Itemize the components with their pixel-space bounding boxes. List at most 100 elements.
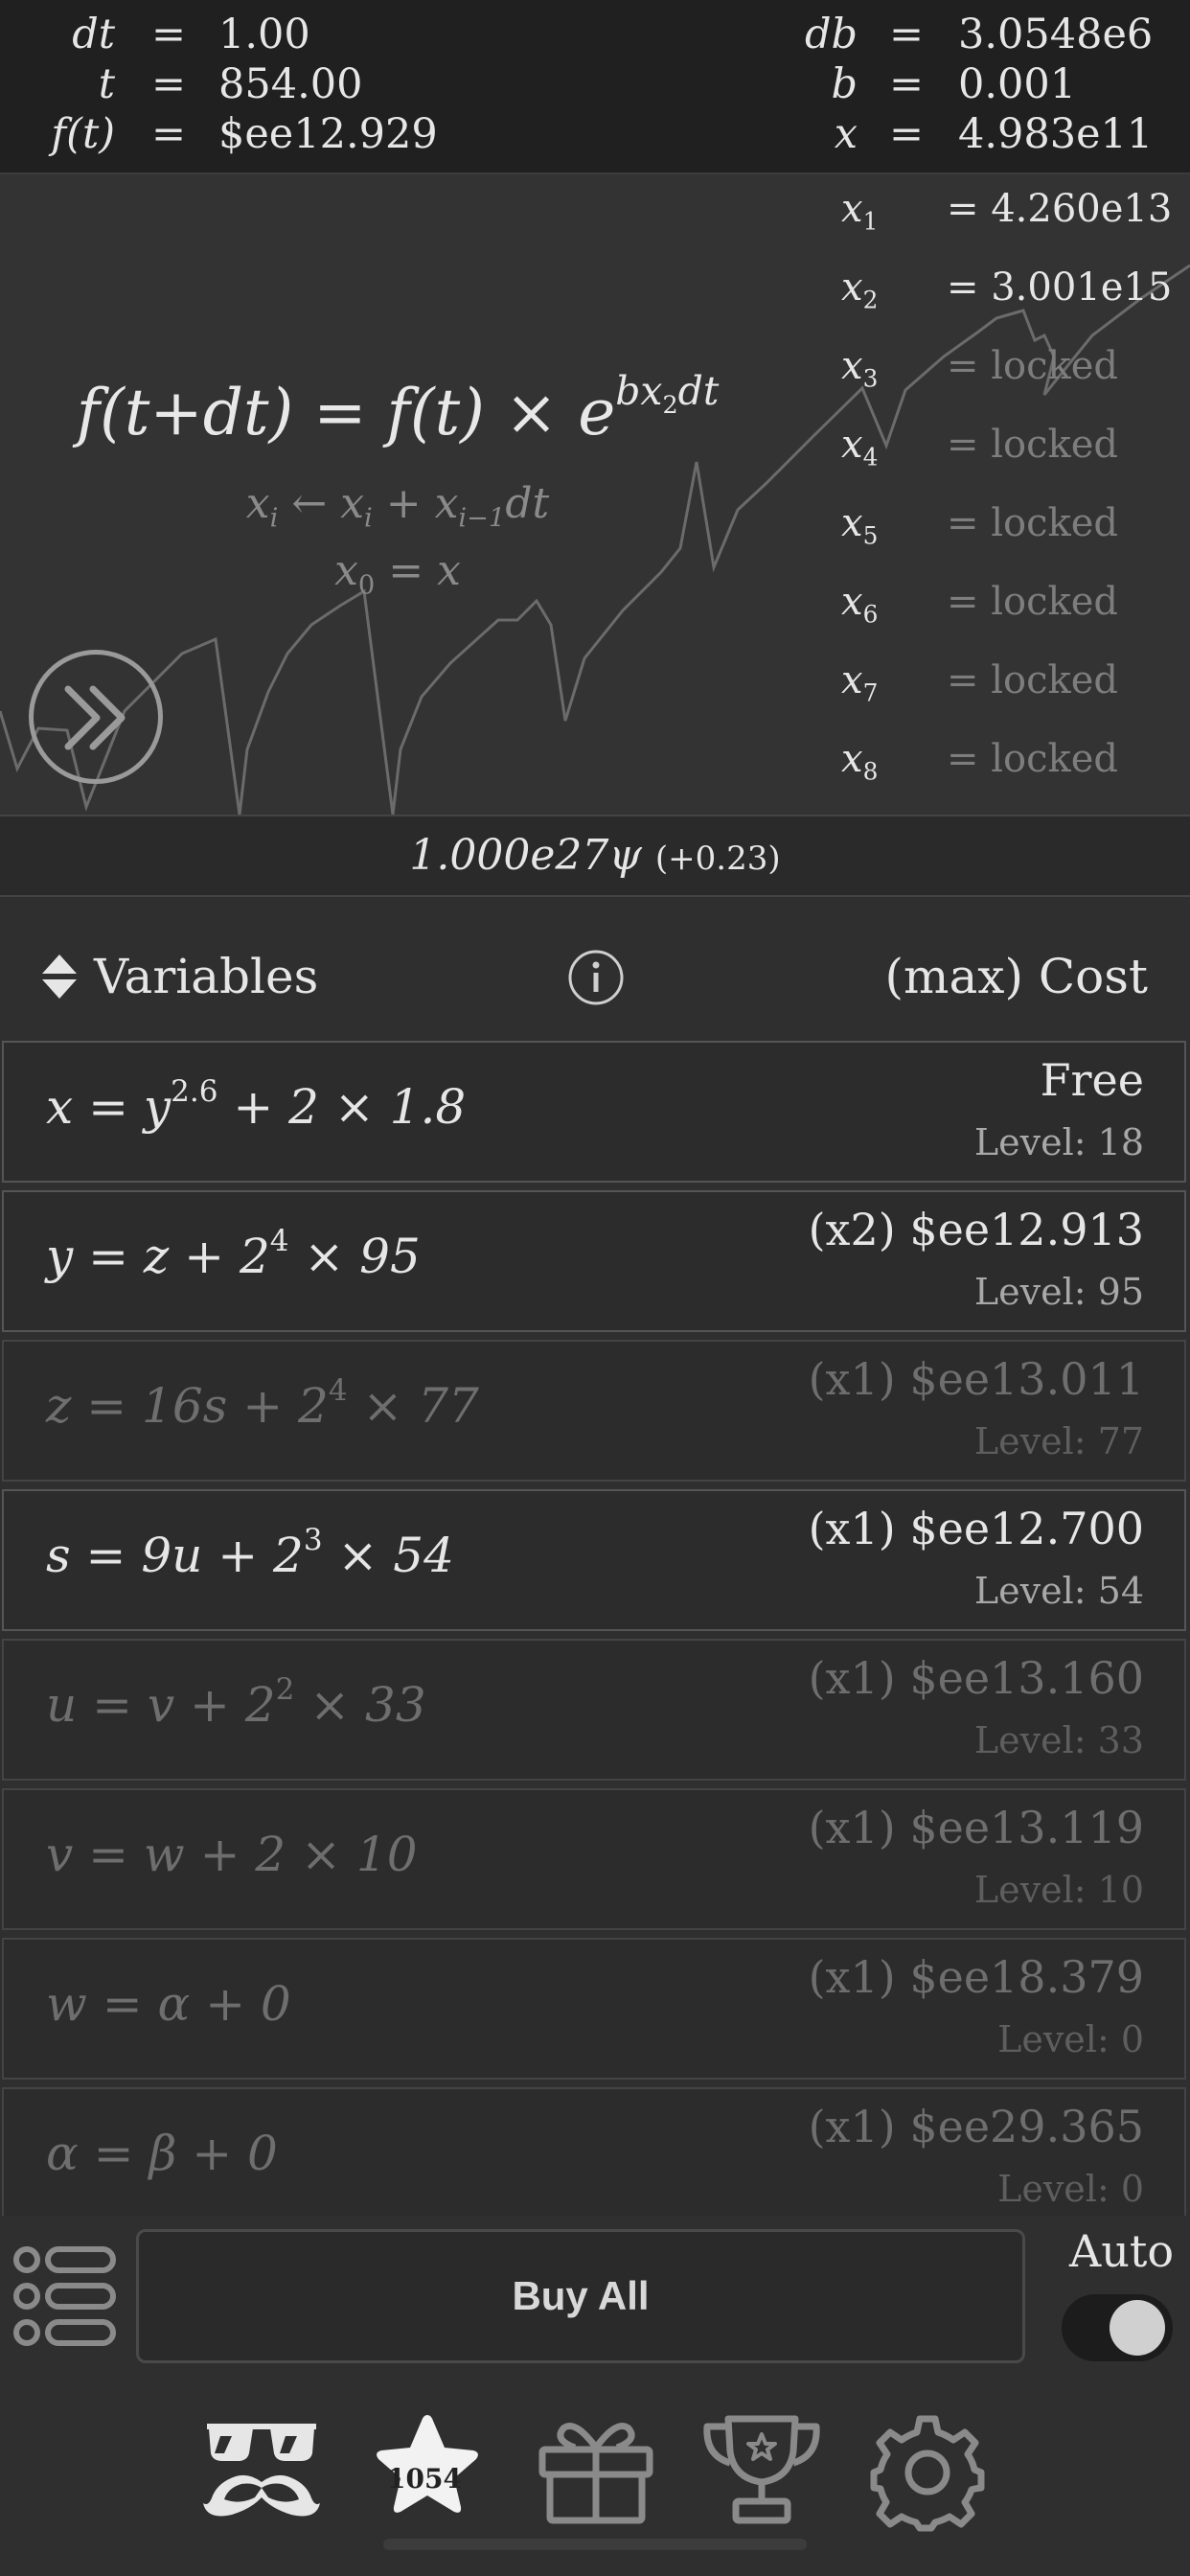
var-x2-name: x [841, 265, 863, 310]
upgrade-row-z[interactable]: z = 16s + 24 × 77 (x1) $ee13.011 Level: … [2, 1340, 1186, 1482]
stat-x-value: 4.983e11 [958, 110, 1154, 158]
upgrades-header: Variables (max) Cost [0, 939, 1190, 1016]
upgrade-cost: (x1) $ee29.365 [808, 2101, 1144, 2152]
stat-dt-value: 1.00 [218, 11, 310, 58]
stat-ft-value: $ee12.929 [218, 110, 438, 158]
rule1-d: dt [505, 479, 550, 528]
gear-icon[interactable] [868, 2413, 987, 2532]
stat-ft: f(t) = $ee12.929 [0, 109, 437, 159]
variables-title: Variables [94, 949, 319, 1004]
equation-lhs: u = v + 2 [46, 1677, 276, 1733]
rule1-c-sub: i−1 [458, 503, 506, 534]
upgrade-level: Level: 95 [973, 1271, 1144, 1313]
var-x5-sub: 5 [862, 521, 879, 550]
formula-exp-sub: 2 [662, 390, 678, 420]
stat-b: b = 0.001 [767, 59, 1179, 109]
upgrade-cost: (x1) $ee12.700 [808, 1503, 1144, 1554]
upgrade-row-s[interactable]: s = 9u + 23 × 54 (x1) $ee12.700 Level: 5… [2, 1489, 1186, 1631]
var-x6-name: x [841, 580, 863, 624]
var-x3-name: x [841, 344, 863, 388]
stats-panel: dt = 1.00 t = 854.00 f(t) = $ee12.929 db… [0, 0, 1190, 174]
var-x2-value: = 3.001e15 [947, 265, 1173, 310]
auto-buy-toggle[interactable] [1062, 2294, 1173, 2361]
upgrade-level: Level: 10 [973, 1869, 1144, 1911]
var-x6: x6 = locked [841, 573, 1118, 631]
toggle-knob [1110, 2300, 1165, 2356]
gift-icon[interactable] [537, 2415, 655, 2526]
upgrade-equation: w = α + 0 [46, 1976, 291, 2032]
upgrade-row-y[interactable]: y = z + 24 × 95 (x2) $ee12.913 Level: 95 [2, 1190, 1186, 1332]
equation-lhs: x = y [46, 1079, 172, 1135]
upgrade-cost: (x2) $ee12.913 [808, 1204, 1144, 1255]
currency-rate: (+0.23) [654, 840, 781, 878]
var-x3-value: = locked [947, 344, 1119, 388]
equation-exponent: 2 [275, 1671, 295, 1707]
upgrade-level: Level: 0 [997, 2168, 1144, 2210]
update-rule: xi ← xi + xi−1dt [0, 479, 795, 532]
upgrade-row-w[interactable]: w = α + 0 (x1) $ee18.379 Level: 0 [2, 1938, 1186, 2080]
var-x1-sub: 1 [862, 207, 879, 236]
upgrade-equation: y = z + 24 × 95 [46, 1226, 421, 1284]
equation-lhs: v = w + 2 × 10 [46, 1827, 418, 1882]
var-x1-value: = 4.260e13 [947, 187, 1173, 231]
equation-lhs: z = 16s + 2 [46, 1378, 329, 1434]
fast-forward-icon [64, 685, 126, 750]
home-indicator [383, 2539, 807, 2550]
equation-lhs: w = α + 0 [46, 1976, 291, 2032]
var-x8: x8 = locked [841, 730, 1118, 788]
stat-t: t = 854.00 [0, 59, 383, 109]
stat-db-equals: = [889, 11, 925, 58]
upgrade-equation: α = β + 0 [46, 2126, 278, 2181]
var-x8-name: x [841, 737, 863, 781]
stat-x: x = 4.983e11 [767, 109, 1179, 159]
info-icon[interactable] [567, 949, 625, 1006]
upgrade-row-u[interactable]: u = v + 22 × 33 (x1) $ee13.160 Level: 33 [2, 1639, 1186, 1781]
fast-forward-button[interactable] [29, 650, 163, 784]
equation-lhs: y = z + 2 [46, 1229, 270, 1284]
upgrade-level: Level: 77 [973, 1420, 1144, 1462]
stat-db-label: db [804, 11, 858, 58]
rule2-b: = x [375, 546, 461, 595]
stat-ft-equals: = [151, 110, 187, 158]
upgrade-row-x[interactable]: x = y2.6 + 2 × 1.8 Free Level: 18 [2, 1041, 1186, 1183]
currency-bar: 1.000e27ψ (+0.23) [0, 815, 1190, 897]
stat-db-value: 3.0548e6 [958, 11, 1154, 58]
buy-all-button[interactable]: Buy All [136, 2229, 1025, 2363]
stat-dt: dt = 1.00 [0, 10, 383, 59]
upgrade-equation: u = v + 22 × 33 [46, 1674, 426, 1733]
upgrade-equation: v = w + 2 × 10 [46, 1827, 418, 1882]
sort-icon[interactable] [40, 953, 79, 1000]
var-x6-value: = locked [947, 580, 1119, 624]
rule1-arrow: ← x [278, 479, 365, 528]
var-x1: x1 = 4.260e13 [841, 180, 1172, 238]
graph-area: f(t+dt) = f(t) × ebx2dt xi ← xi + xi−1dt… [0, 174, 1190, 815]
main-formula: f(t+dt) = f(t) × ebx2dt [0, 372, 795, 449]
var-x5-value: = locked [947, 501, 1119, 545]
glasses-mustache-icon[interactable] [201, 2415, 322, 2520]
stat-b-equals: = [889, 60, 925, 108]
var-x8-value: = locked [947, 737, 1119, 781]
auto-label: Auto [1069, 2225, 1175, 2277]
equation-exponent: 2.6 [171, 1073, 218, 1109]
upgrade-cost: Free [1040, 1054, 1144, 1106]
bottom-bar: Buy All Auto 1054 [0, 2216, 1190, 2576]
stat-t-value: 854.00 [218, 60, 363, 108]
var-x5-name: x [841, 501, 863, 545]
stat-x-equals: = [889, 110, 925, 158]
var-x3-sub: 3 [862, 364, 879, 393]
equation-rhs: × 95 [288, 1229, 421, 1284]
trophy-icon[interactable] [701, 2413, 822, 2526]
var-x4: x4 = locked [841, 416, 1118, 473]
upgrade-equation: z = 16s + 24 × 77 [46, 1375, 479, 1434]
upgrade-row-v[interactable]: v = w + 2 × 10 (x1) $ee13.119 Level: 10 [2, 1788, 1186, 1930]
var-x8-sub: 8 [862, 757, 879, 786]
var-x7: x7 = locked [841, 652, 1118, 709]
max-cost-title[interactable]: (max) Cost [885, 949, 1148, 1004]
list-icon[interactable] [11, 2242, 119, 2350]
equation-exponent: 4 [328, 1372, 348, 1408]
upgrade-row-alpha[interactable]: α = β + 0 (x1) $ee29.365 Level: 0 [2, 2087, 1186, 2216]
rule2-a: x [334, 546, 358, 595]
currency-value: 1.000e27ψ [409, 831, 642, 880]
formula-lhs: f(t+dt) = f(t) × e [76, 376, 616, 449]
stat-dt-equals: = [151, 11, 187, 58]
